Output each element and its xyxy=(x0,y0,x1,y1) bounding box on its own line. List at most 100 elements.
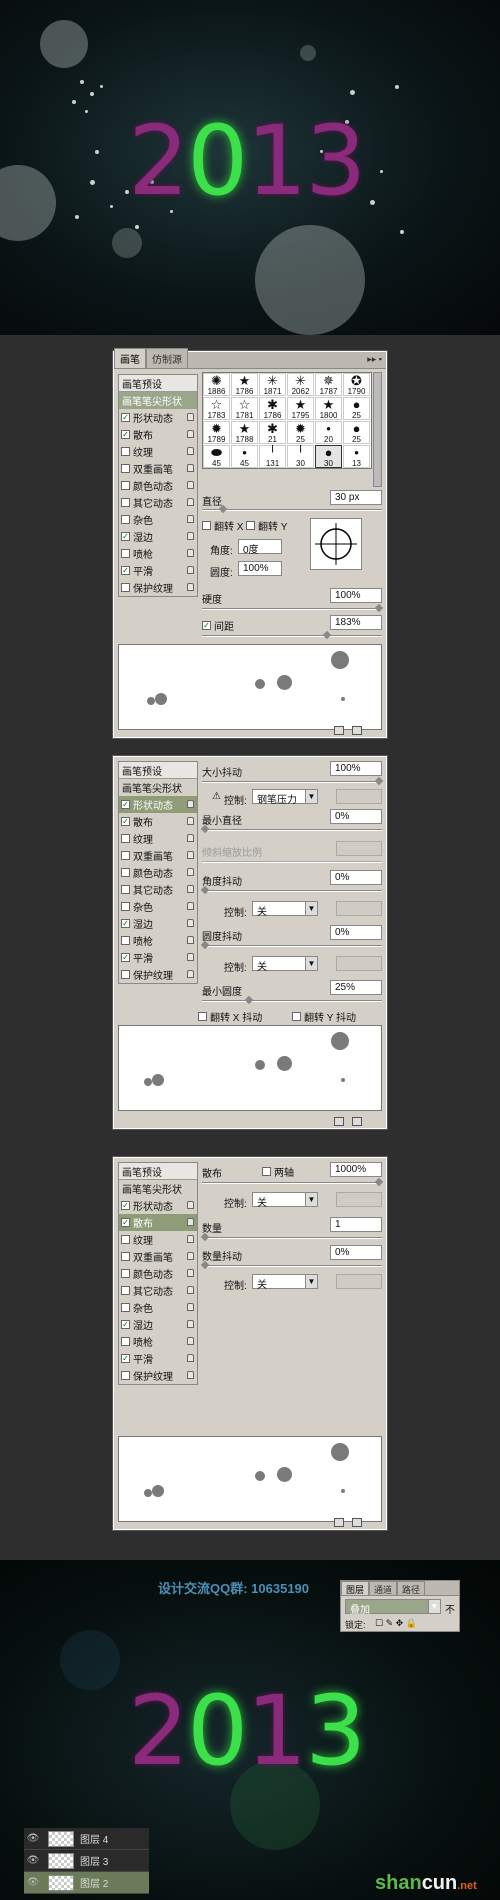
eye-icon[interactable]: 👁 xyxy=(24,1830,42,1848)
checkbox[interactable]: ✓ xyxy=(202,621,211,630)
diameter-slider[interactable] xyxy=(202,504,382,514)
settings-item-noise[interactable]: 杂色 xyxy=(119,898,197,915)
spacing-option[interactable]: ✓ 间距 xyxy=(202,618,234,633)
checkbox[interactable] xyxy=(121,1371,130,1380)
settings-item-texture[interactable]: 纹理 xyxy=(119,1231,197,1248)
settings-item-airbrush[interactable]: 喷枪 xyxy=(119,545,197,562)
count-jitter-field[interactable]: 0% xyxy=(330,1245,382,1260)
lock-icon[interactable] xyxy=(187,413,194,421)
checkbox[interactable] xyxy=(121,583,130,592)
checkbox[interactable]: ✓ xyxy=(121,413,130,422)
eye-icon[interactable]: 👁 xyxy=(24,1874,42,1892)
flip-y-option[interactable]: 翻转 Y xyxy=(246,518,287,533)
scatter-slider[interactable] xyxy=(202,1177,384,1187)
count-jitter-slider[interactable] xyxy=(200,1260,382,1270)
brush-presets-button[interactable]: 画笔预设 xyxy=(119,762,197,779)
settings-item-dual-brush[interactable]: 双重画笔 xyxy=(119,1248,197,1265)
slider-thumb[interactable] xyxy=(244,995,254,1005)
slider-thumb[interactable] xyxy=(374,603,384,613)
checkbox[interactable] xyxy=(121,868,130,877)
brush-tip-cell[interactable]: ✳ 1871 xyxy=(259,373,286,396)
checkbox[interactable]: ✓ xyxy=(121,1218,130,1227)
settings-item-wet-edges[interactable]: ✓ 湿边 xyxy=(119,528,197,545)
settings-item-color-dynamics[interactable]: 颜色动态 xyxy=(119,864,197,881)
lock-icon[interactable] xyxy=(187,566,194,574)
settings-item-scatter[interactable]: ✓ 散布 xyxy=(119,1214,197,1231)
lock-icon[interactable] xyxy=(187,1252,194,1260)
settings-item-other-dynamics[interactable]: 其它动态 xyxy=(119,494,197,511)
brush-tip-cell[interactable]: ✺ 1886 xyxy=(203,373,230,396)
count-slider[interactable] xyxy=(200,1232,382,1242)
checkbox[interactable]: ✓ xyxy=(121,1201,130,1210)
checkbox[interactable] xyxy=(121,1303,130,1312)
lock-icon[interactable] xyxy=(187,885,194,893)
lock-icon[interactable] xyxy=(187,834,194,842)
brush-tip-cell[interactable]: ★ 1786 xyxy=(231,373,258,396)
checkbox[interactable] xyxy=(121,834,130,843)
roundness-control-select[interactable]: 关 ▼ xyxy=(252,956,318,973)
spacing-field[interactable]: 183% xyxy=(330,615,382,630)
brush-presets-button[interactable]: 画笔预设 xyxy=(119,1163,197,1180)
settings-item-texture[interactable]: 纹理 xyxy=(119,830,197,847)
brush-tip-cell[interactable]: ✱ 21 xyxy=(259,421,286,444)
brush-tip-cell[interactable]: ★ 1788 xyxy=(231,421,258,444)
settings-item-other-dynamics[interactable]: 其它动态 xyxy=(119,1282,197,1299)
settings-item-smoothing[interactable]: ✓ 平滑 xyxy=(119,1350,197,1367)
brush-presets-button[interactable]: 画笔预设 xyxy=(119,375,197,392)
lock-icon[interactable] xyxy=(187,1320,194,1328)
checkbox[interactable] xyxy=(198,1012,207,1021)
checkbox[interactable]: ✓ xyxy=(121,817,130,826)
blend-mode-select[interactable]: 叠加 ▼ xyxy=(345,1599,441,1616)
eye-icon[interactable]: 👁 xyxy=(24,1852,42,1870)
settings-item-other-dynamics[interactable]: 其它动态 xyxy=(119,881,197,898)
checkbox[interactable] xyxy=(121,1252,130,1261)
scatter-control-select[interactable]: 关 ▼ xyxy=(252,1192,318,1209)
checkbox[interactable]: ✓ xyxy=(121,566,130,575)
checkbox[interactable] xyxy=(121,902,130,911)
checkbox[interactable] xyxy=(121,936,130,945)
settings-item-airbrush[interactable]: 喷枪 xyxy=(119,932,197,949)
lock-icon[interactable] xyxy=(187,583,194,591)
lock-options-icons[interactable]: ☐ ✎ ✥ 🔒 xyxy=(375,1618,417,1629)
delete-icon[interactable] xyxy=(352,1518,362,1527)
settings-item-shape-dynamics[interactable]: ✓ 形状动态 xyxy=(119,796,197,813)
new-brush-icon[interactable] xyxy=(334,1117,344,1126)
settings-item-color-dynamics[interactable]: 颜色动态 xyxy=(119,477,197,494)
min-diameter-field[interactable]: 0% xyxy=(330,809,382,824)
lock-icon[interactable] xyxy=(187,447,194,455)
brush-tip-shape-item[interactable]: 画笔笔尖形状 xyxy=(119,779,197,796)
lock-icon[interactable] xyxy=(187,1337,194,1345)
flip-y-jitter-option[interactable]: 翻转 Y 抖动 xyxy=(292,1009,356,1024)
settings-item-shape-dynamics[interactable]: ✓ 形状动态 xyxy=(119,409,197,426)
lock-icon[interactable] xyxy=(187,919,194,927)
lock-icon[interactable] xyxy=(187,936,194,944)
layer-row[interactable]: 👁 图层 2 xyxy=(24,1872,149,1894)
count-control-select[interactable]: 关 ▼ xyxy=(252,1274,318,1291)
brush-tip-cell[interactable]: ✹ 1789 xyxy=(203,421,230,444)
checkbox[interactable] xyxy=(121,1337,130,1346)
roundness-field[interactable]: 100% xyxy=(238,561,282,576)
count-field[interactable]: 1 xyxy=(330,1217,382,1232)
settings-item-smoothing[interactable]: ✓ 平滑 xyxy=(119,949,197,966)
checkbox[interactable] xyxy=(121,1269,130,1278)
slider-thumb[interactable] xyxy=(322,630,332,640)
slider-thumb[interactable] xyxy=(218,504,228,514)
settings-item-texture[interactable]: 纹理 xyxy=(119,443,197,460)
settings-item-dual-brush[interactable]: 双重画笔 xyxy=(119,460,197,477)
checkbox[interactable] xyxy=(121,498,130,507)
checkbox[interactable]: ✓ xyxy=(121,532,130,541)
tab-channels[interactable]: 通道 xyxy=(369,1581,398,1595)
size-control-select[interactable]: 钢笔压力 ▼ xyxy=(252,789,318,806)
lock-icon[interactable] xyxy=(187,953,194,961)
lock-icon[interactable] xyxy=(187,970,194,978)
brush-tip-cell[interactable]: ✳ 2062 xyxy=(287,373,314,396)
lock-icon[interactable] xyxy=(187,851,194,859)
checkbox[interactable]: ✓ xyxy=(121,1354,130,1363)
angle-field[interactable]: 0度 xyxy=(238,539,282,556)
lock-icon[interactable] xyxy=(187,498,194,506)
brush-tip-cell[interactable]: • 45 xyxy=(231,445,258,468)
min-roundness-slider[interactable] xyxy=(202,995,382,1005)
brush-tip-cell[interactable]: ✪ 1790 xyxy=(343,373,370,396)
lock-icon[interactable] xyxy=(187,800,194,808)
checkbox[interactable] xyxy=(121,970,130,979)
